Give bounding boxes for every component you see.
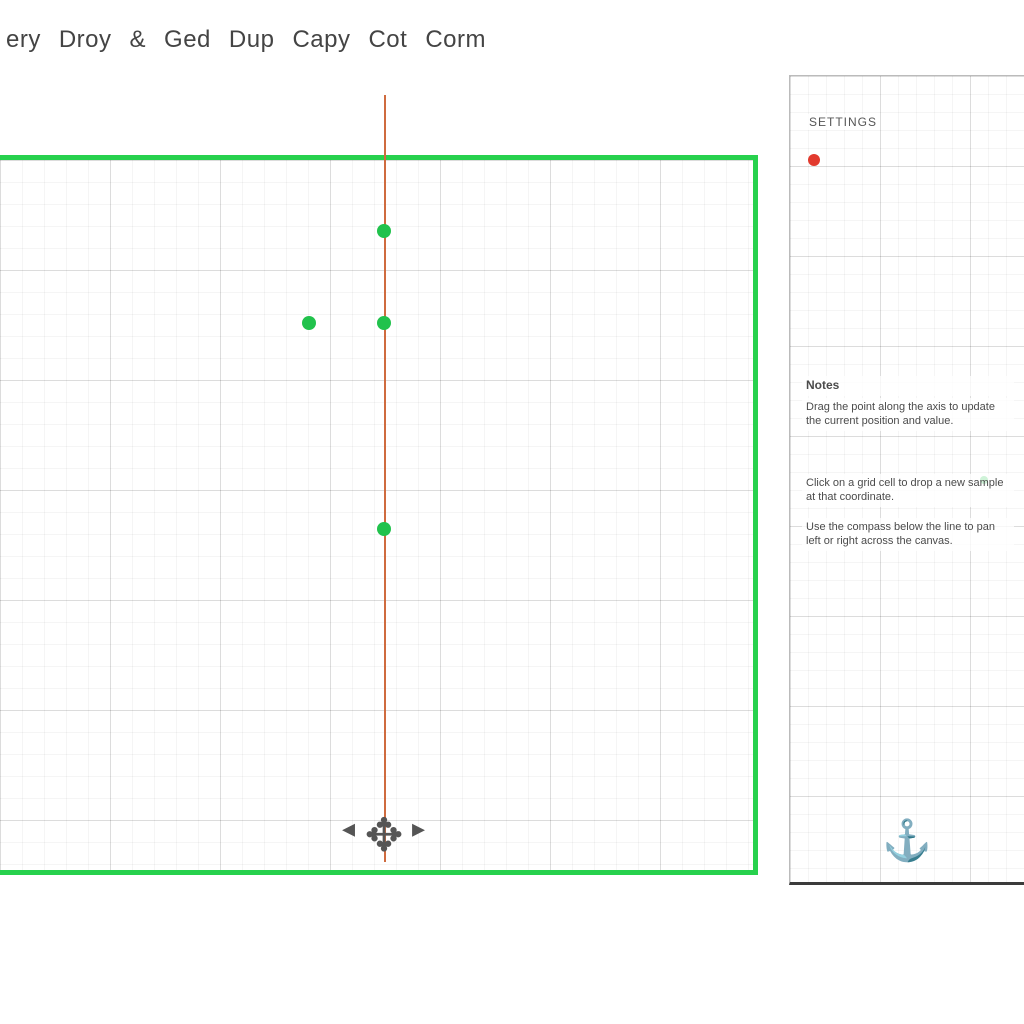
- cursor-line[interactable]: [384, 95, 386, 862]
- panel-note: Drag the point along the axis to update …: [802, 398, 1014, 431]
- anchor-icon[interactable]: ⚓: [882, 817, 932, 864]
- toolbar-item[interactable]: Droy: [59, 26, 112, 54]
- toolbar-item[interactable]: Capy: [292, 26, 350, 54]
- data-point[interactable]: [377, 224, 391, 238]
- side-panel: SETTINGS Notes Drag the point along the …: [789, 75, 1024, 885]
- toolbar-item[interactable]: Corm: [425, 26, 486, 54]
- toolbar-item[interactable]: Cot: [368, 26, 407, 54]
- pan-left-icon[interactable]: ◂: [342, 813, 355, 844]
- chart-canvas[interactable]: ◂ ▸ ✥: [0, 155, 758, 875]
- pan-right-icon[interactable]: ▸: [412, 813, 425, 844]
- toolbar-item[interactable]: Ged: [164, 26, 211, 54]
- panel-note: Click on a grid cell to drop a new sampl…: [802, 474, 1014, 507]
- toolbar: ery Droy & Ged Dup Capy Cot Corm: [0, 20, 1024, 60]
- panel-header: SETTINGS: [806, 114, 880, 130]
- chart-grid: [0, 160, 753, 870]
- toolbar-item[interactable]: Dup: [229, 26, 275, 54]
- panel-subhead: Notes: [802, 376, 1014, 396]
- toolbar-item[interactable]: ery: [6, 26, 41, 54]
- panel-note: Use the compass below the line to pan le…: [802, 518, 1014, 551]
- toolbar-item[interactable]: &: [130, 26, 147, 54]
- compass-icon[interactable]: ✥: [365, 812, 404, 858]
- legend-dot-icon: [808, 154, 820, 166]
- data-point[interactable]: [377, 316, 391, 330]
- data-point[interactable]: [377, 522, 391, 536]
- data-point[interactable]: [302, 316, 316, 330]
